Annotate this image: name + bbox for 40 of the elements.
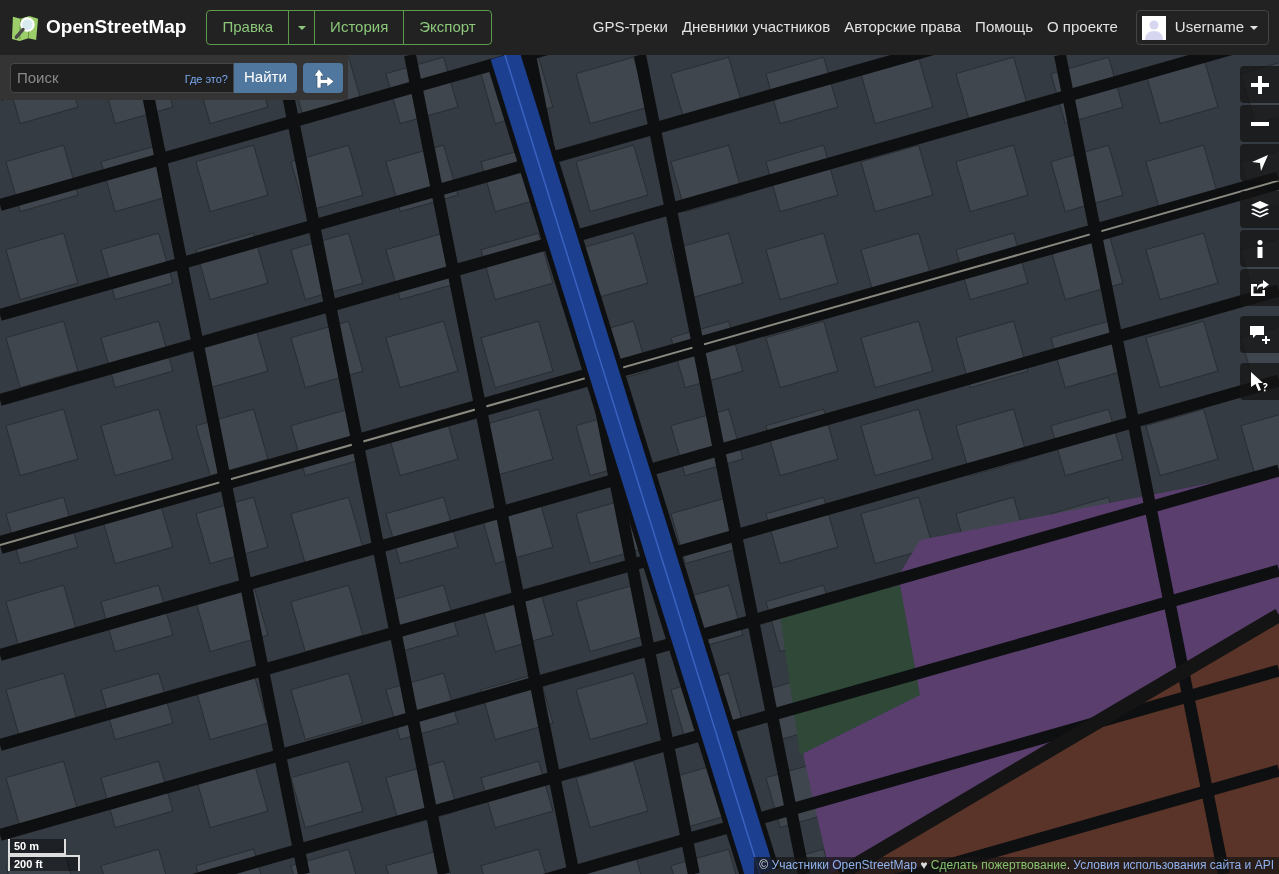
- share-button[interactable]: [1240, 269, 1279, 306]
- nav-link[interactable]: Помощь: [975, 16, 1034, 39]
- cursor-question-icon: [1250, 371, 1269, 392]
- zoom-in-button[interactable]: [1240, 66, 1279, 103]
- nav-link[interactable]: О проекте: [1047, 16, 1118, 39]
- edit-menu-button[interactable]: Правка: [207, 11, 289, 44]
- add-note-button[interactable]: [1240, 316, 1279, 353]
- layers-icon: [1250, 200, 1269, 219]
- search-submit-button[interactable]: Найти: [234, 62, 297, 93]
- terms-link[interactable]: Условия использования сайта и API: [1073, 858, 1274, 872]
- caret-icon: [297, 25, 306, 30]
- nav-link[interactable]: Авторские права: [844, 16, 962, 39]
- metric-scale-bar: 50 m: [8, 839, 66, 855]
- map-magnifier-icon[interactable]: [11, 13, 40, 42]
- comment-plus-icon: [1249, 325, 1270, 344]
- layers-button[interactable]: [1240, 191, 1279, 228]
- where-is-this-link[interactable]: Где это?: [184, 70, 228, 87]
- info-button[interactable]: [1240, 230, 1279, 267]
- info-icon: [1256, 239, 1263, 258]
- caret-icon: [1250, 25, 1258, 30]
- minus-icon: [1250, 121, 1269, 126]
- plus-icon: [1250, 75, 1269, 94]
- contributors-link[interactable]: Участники OpenStreetMap: [771, 858, 917, 872]
- site-logo-text[interactable]: OpenStreetMap: [46, 13, 187, 42]
- share-icon: [1250, 279, 1269, 296]
- imperial-scale-bar: 200 ft: [8, 855, 80, 871]
- zoom-out-button[interactable]: [1240, 105, 1279, 142]
- edit-menu-button[interactable]: История: [314, 11, 404, 44]
- avatar-icon: [1141, 15, 1166, 40]
- user-menu-button[interactable]: Username: [1135, 10, 1269, 45]
- nav-link[interactable]: Дневники участников: [681, 16, 831, 39]
- directions-button[interactable]: [302, 62, 343, 93]
- locate-button[interactable]: [1240, 144, 1279, 181]
- query-features-button[interactable]: [1240, 363, 1279, 400]
- attribution-text: © Участники OpenStreetMap ♥ Сделать пожертвование. Условия использования сайта и API: [754, 857, 1279, 874]
- navigation-arrow-icon: [1251, 154, 1268, 171]
- turn-arrows-icon: [311, 67, 334, 88]
- edit-menu-button[interactable]: Экспорт: [403, 11, 491, 44]
- nav-link[interactable]: GPS-треки: [592, 16, 668, 39]
- donate-link[interactable]: Сделать пожертвование: [930, 858, 1067, 872]
